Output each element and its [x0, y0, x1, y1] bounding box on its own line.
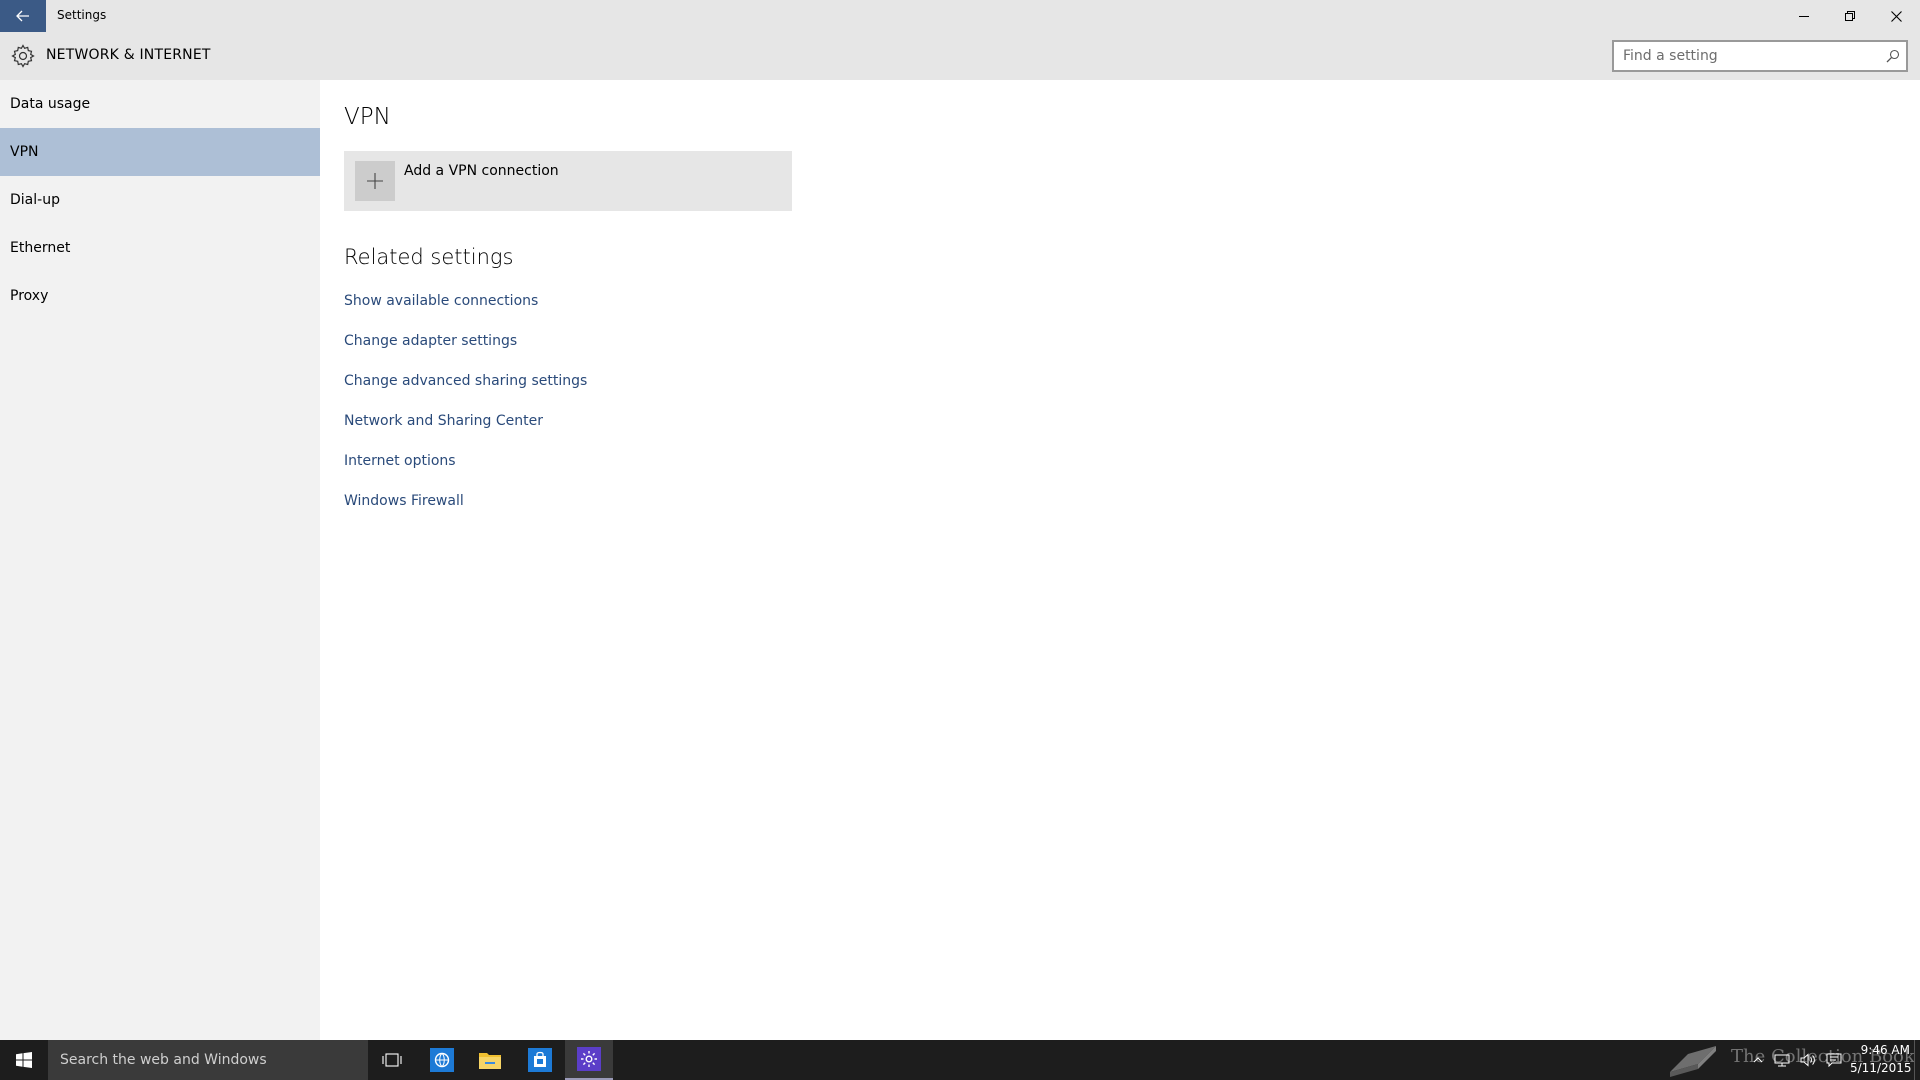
link-windows-firewall[interactable]: Windows Firewall: [344, 493, 464, 509]
close-button[interactable]: [1873, 0, 1919, 32]
search-box[interactable]: [1612, 40, 1908, 72]
start-button[interactable]: [0, 1040, 48, 1080]
sidebar: Data usage VPN Dial-up Ethernet Proxy: [0, 80, 320, 1040]
ie-icon: [430, 1048, 454, 1072]
minimize-button[interactable]: [1781, 0, 1827, 32]
taskbar-file-explorer-button[interactable]: [466, 1040, 514, 1080]
book-logo-icon: [1670, 1046, 1716, 1077]
volume-tray-button[interactable]: [1796, 1040, 1820, 1080]
link-change-adapter-settings[interactable]: Change adapter settings: [344, 333, 517, 349]
page-title: VPN: [344, 104, 391, 130]
network-tray-button[interactable]: [1770, 1040, 1794, 1080]
restore-icon: [1845, 11, 1855, 21]
sidebar-item-dial-up[interactable]: Dial-up: [0, 176, 320, 224]
windows-logo-icon: [16, 1052, 32, 1068]
store-icon: [528, 1048, 552, 1072]
task-view-icon: [382, 1053, 402, 1067]
restore-button[interactable]: [1827, 0, 1873, 32]
close-icon: [1890, 10, 1902, 22]
taskbar-search[interactable]: Search the web and Windows: [48, 1040, 368, 1080]
action-center-icon: [1826, 1053, 1842, 1067]
show-hidden-icons-button[interactable]: [1748, 1040, 1768, 1080]
show-desktop-button[interactable]: [1914, 1040, 1920, 1080]
back-arrow-icon: [16, 10, 29, 22]
chevron-up-icon: [1753, 1057, 1763, 1063]
related-settings-title: Related settings: [344, 245, 514, 269]
title-bar: Settings: [0, 0, 1920, 32]
task-view-button[interactable]: [368, 1040, 416, 1080]
network-icon: [1774, 1054, 1790, 1067]
minimize-icon: [1799, 16, 1809, 17]
taskbar-settings-button[interactable]: [565, 1040, 613, 1080]
taskbar-ie-button[interactable]: [418, 1040, 466, 1080]
sidebar-item-proxy[interactable]: Proxy: [0, 272, 320, 320]
section-title: NETWORK & INTERNET: [46, 47, 211, 63]
link-network-and-sharing-center[interactable]: Network and Sharing Center: [344, 413, 543, 429]
back-button[interactable]: [0, 0, 46, 32]
add-vpn-button[interactable]: Add a VPN connection: [344, 151, 792, 211]
clock-time[interactable]: 9:46 AM: [1850, 1043, 1910, 1057]
taskbar-search-text: Search the web and Windows: [60, 1052, 267, 1068]
page-header: NETWORK & INTERNET: [0, 32, 1920, 80]
plus-icon: [367, 173, 383, 189]
gear-icon: [11, 44, 35, 68]
add-vpn-label: Add a VPN connection: [404, 163, 559, 179]
volume-icon: [1800, 1053, 1815, 1067]
search-icon[interactable]: [1886, 49, 1900, 63]
link-internet-options[interactable]: Internet options: [344, 453, 456, 469]
clock-date[interactable]: 5/11/2015: [1850, 1061, 1912, 1075]
sidebar-item-ethernet[interactable]: Ethernet: [0, 224, 320, 272]
settings-icon: [577, 1047, 601, 1071]
window-title: Settings: [57, 8, 107, 22]
link-show-available-connections[interactable]: Show available connections: [344, 293, 538, 309]
sidebar-item-data-usage[interactable]: Data usage: [0, 80, 320, 128]
search-input[interactable]: [1614, 42, 1874, 70]
taskbar-store-button[interactable]: [516, 1040, 564, 1080]
file-explorer-icon: [479, 1053, 501, 1069]
taskbar: Search the web and Windows The Collectio…: [0, 1040, 1920, 1080]
link-change-advanced-sharing-settings[interactable]: Change advanced sharing settings: [344, 373, 587, 389]
action-center-button[interactable]: [1822, 1040, 1846, 1080]
sidebar-item-vpn[interactable]: VPN: [0, 128, 320, 176]
main-content: VPN Add a VPN connection Related setting…: [320, 80, 1920, 1040]
plus-tile: [355, 161, 395, 201]
